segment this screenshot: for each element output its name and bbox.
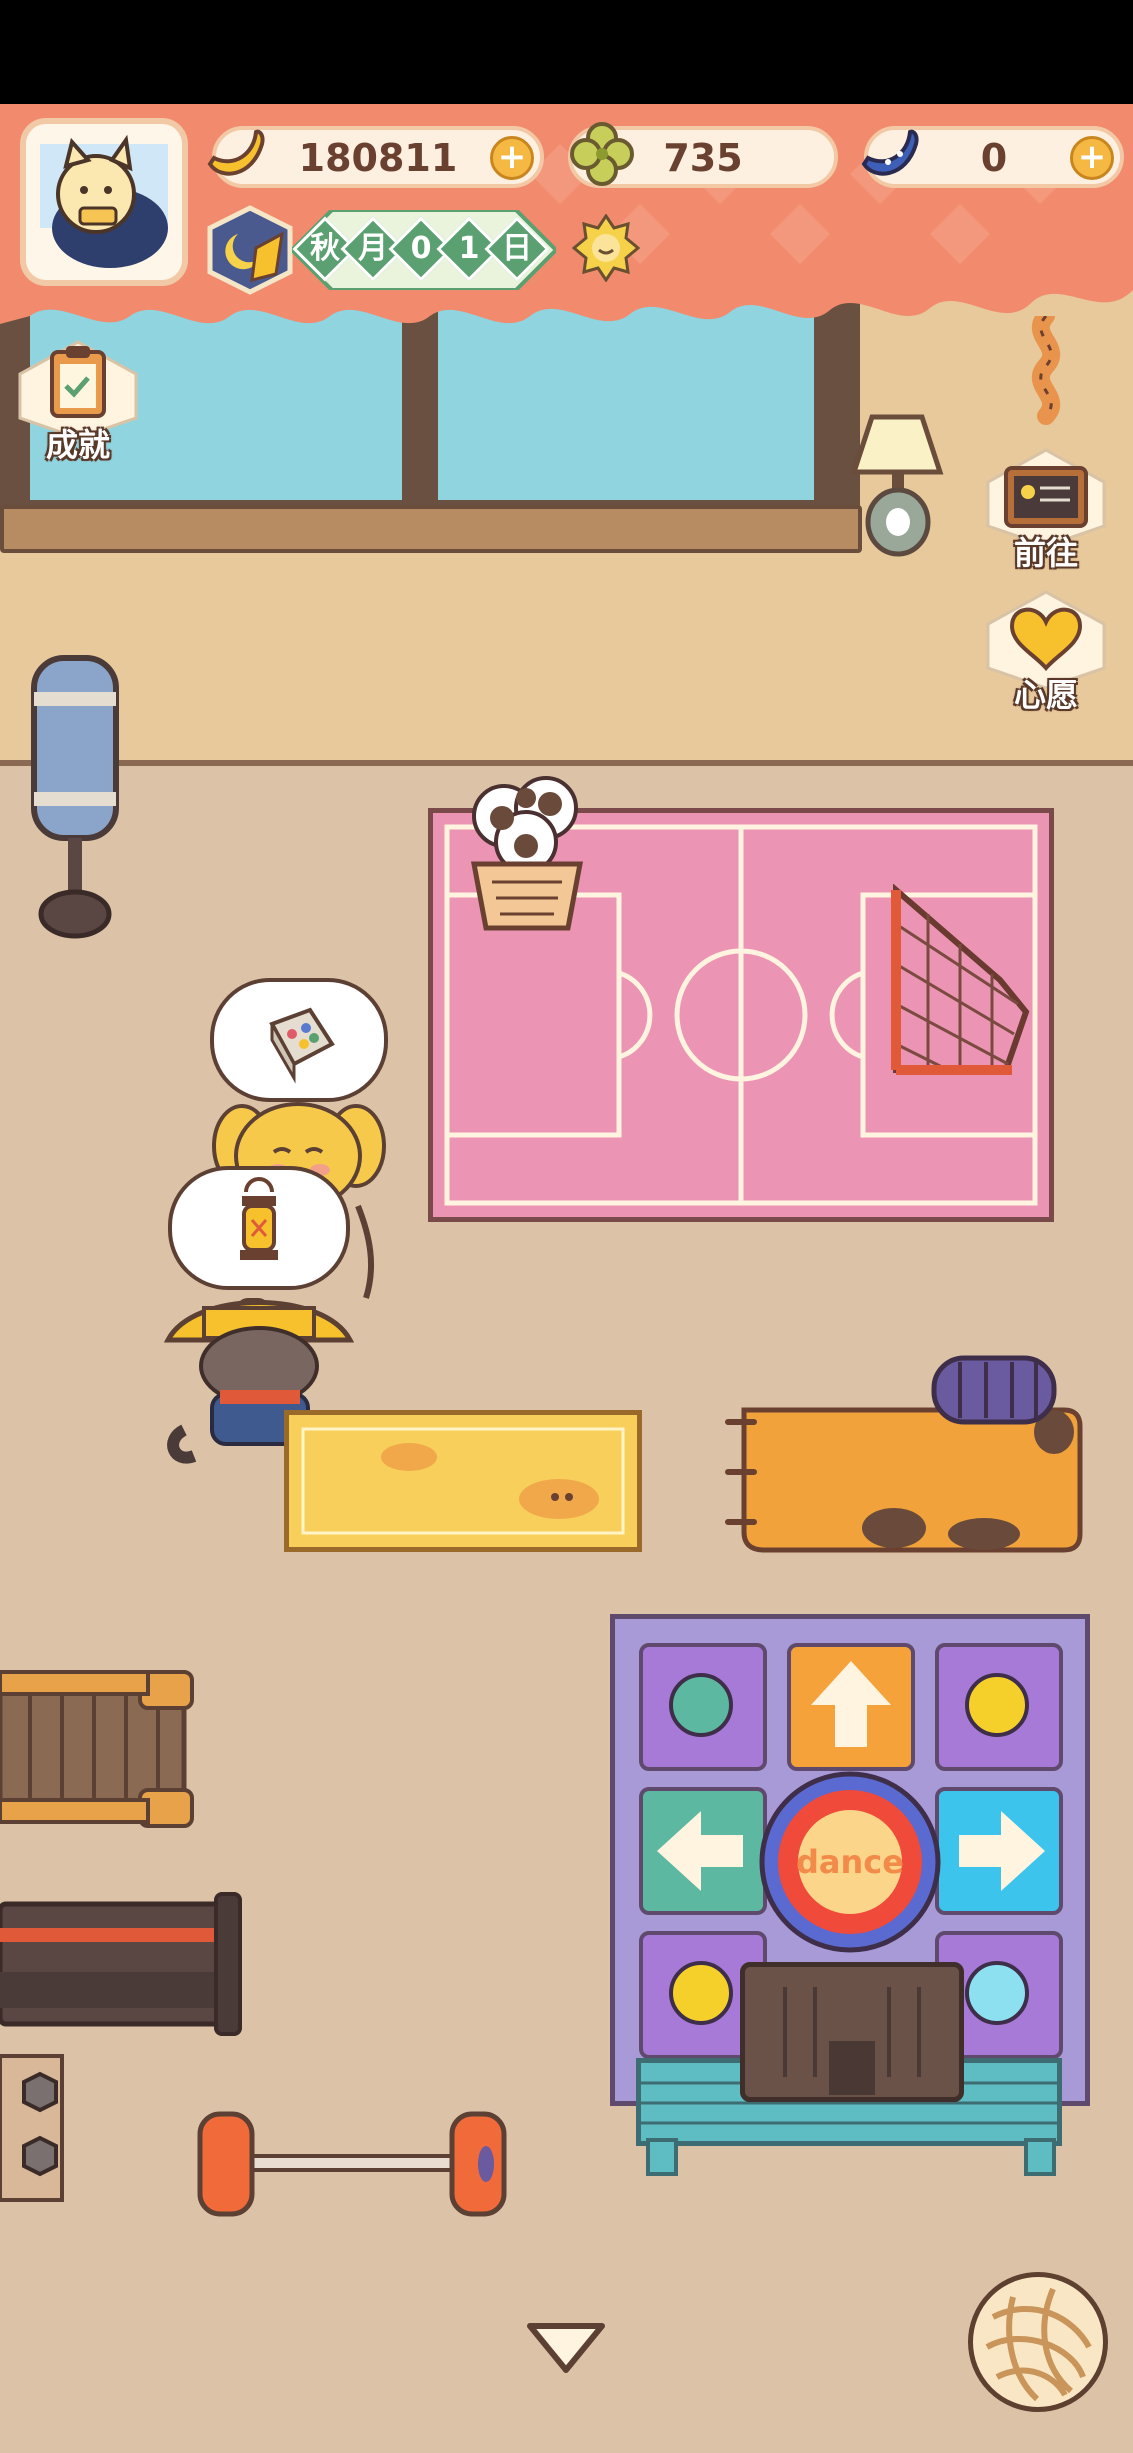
thought-bubble-lantern[interactable] (168, 1166, 350, 1290)
tv-stand-leg-left (646, 2138, 678, 2176)
cube-item-icon (269, 1007, 335, 1084)
dance-label: dance (796, 1843, 904, 1881)
blue-banana-icon (861, 129, 919, 176)
wall-lamp[interactable] (850, 412, 954, 562)
arrow-right-icon (959, 1811, 1045, 1891)
punching-bag[interactable] (24, 652, 128, 948)
tv-stand-leg-right (1024, 2138, 1056, 2176)
barbell[interactable] (196, 2108, 508, 2220)
cat-avatar-icon (40, 134, 168, 268)
add-blue-bananas-button[interactable]: + (1070, 136, 1114, 180)
lantern-item-icon (240, 1177, 278, 1260)
soccer-goal[interactable] (888, 884, 1034, 1080)
status-bar (0, 0, 1133, 104)
thought-bubble-cube[interactable] (210, 978, 388, 1102)
arrow-up-icon (811, 1661, 891, 1747)
player-avatar[interactable] (20, 118, 188, 286)
dance-center-button[interactable]: dance (755, 1767, 945, 1957)
yarn-ball-button[interactable] (968, 2272, 1108, 2412)
dance-tile-top-right[interactable] (935, 1643, 1063, 1771)
dance-tile-up[interactable] (787, 1643, 915, 1771)
clover-icon (570, 122, 634, 186)
treadmill[interactable] (0, 1886, 244, 2046)
dance-tile-top-left[interactable] (639, 1643, 767, 1771)
banana-icon (207, 129, 265, 176)
dance-tile-left[interactable] (639, 1787, 767, 1915)
cat-scratcher[interactable] (724, 1352, 1086, 1558)
collapse-arrow-icon[interactable] (524, 2318, 608, 2378)
hanging-rope[interactable] (1018, 316, 1074, 426)
television[interactable] (740, 1962, 964, 2102)
goto-button[interactable]: 前往 (982, 446, 1110, 576)
dumbbell-rack[interactable] (0, 2050, 72, 2210)
window-sill (0, 505, 862, 553)
achievements-label: 成就 (45, 426, 110, 464)
moon-clock-icon[interactable] (204, 204, 296, 296)
yarn-ball-icon (985, 2287, 1092, 2402)
cat-pattern (301, 1427, 625, 1535)
arrow-left-icon (657, 1811, 743, 1891)
sunny-icon[interactable] (572, 214, 640, 282)
ball-basket[interactable] (462, 764, 592, 932)
achievements-button[interactable]: 成就 (14, 338, 142, 468)
goto-label: 前往 (1013, 534, 1078, 572)
date-day-unit: 日 (502, 231, 532, 266)
wishes-label: 心愿 (1013, 676, 1078, 714)
wishes-button[interactable]: 心愿 (982, 588, 1110, 718)
add-bananas-button[interactable]: + (490, 136, 534, 180)
cat-mat[interactable] (284, 1410, 642, 1552)
dance-tile-right[interactable] (935, 1787, 1063, 1915)
wooden-bench[interactable] (0, 1670, 198, 1830)
